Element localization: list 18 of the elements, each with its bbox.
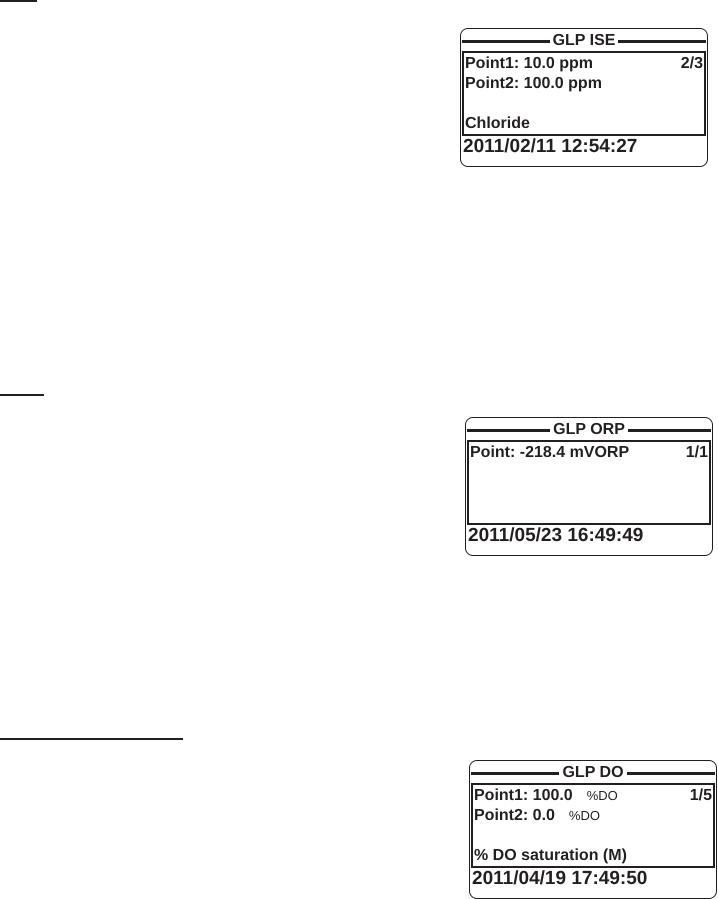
note-text: % DO saturation (M) <box>474 846 627 864</box>
reading-text: Point2: 100.0 ppm <box>465 74 602 92</box>
reading-text: Point1: 100.0 <box>474 786 573 804</box>
point-counter: 1/1 <box>686 442 708 462</box>
unit-label: %DO <box>568 806 600 824</box>
timestamp: 2011/04/19 17:49:50 <box>471 868 648 890</box>
reading-text: Point1: 10.0 ppm <box>465 54 594 72</box>
timestamp: 2011/05/23 16:49:49 <box>467 525 644 547</box>
screen-title: GLP ISE <box>552 32 616 50</box>
timestamp: 2011/02/11 12:54:27 <box>462 136 638 158</box>
note-text: Chloride <box>465 114 530 132</box>
unit-label: %DO <box>586 786 618 804</box>
screen-title: GLP DO <box>562 764 624 782</box>
screen-title: GLP ORP <box>553 421 625 439</box>
point-counter: 2/3 <box>680 54 703 72</box>
reading-text: Point2: 0.0 <box>474 806 555 824</box>
reading-text: Point: -218.4 mVORP <box>470 442 630 462</box>
point-counter: 1/5 <box>690 786 712 804</box>
